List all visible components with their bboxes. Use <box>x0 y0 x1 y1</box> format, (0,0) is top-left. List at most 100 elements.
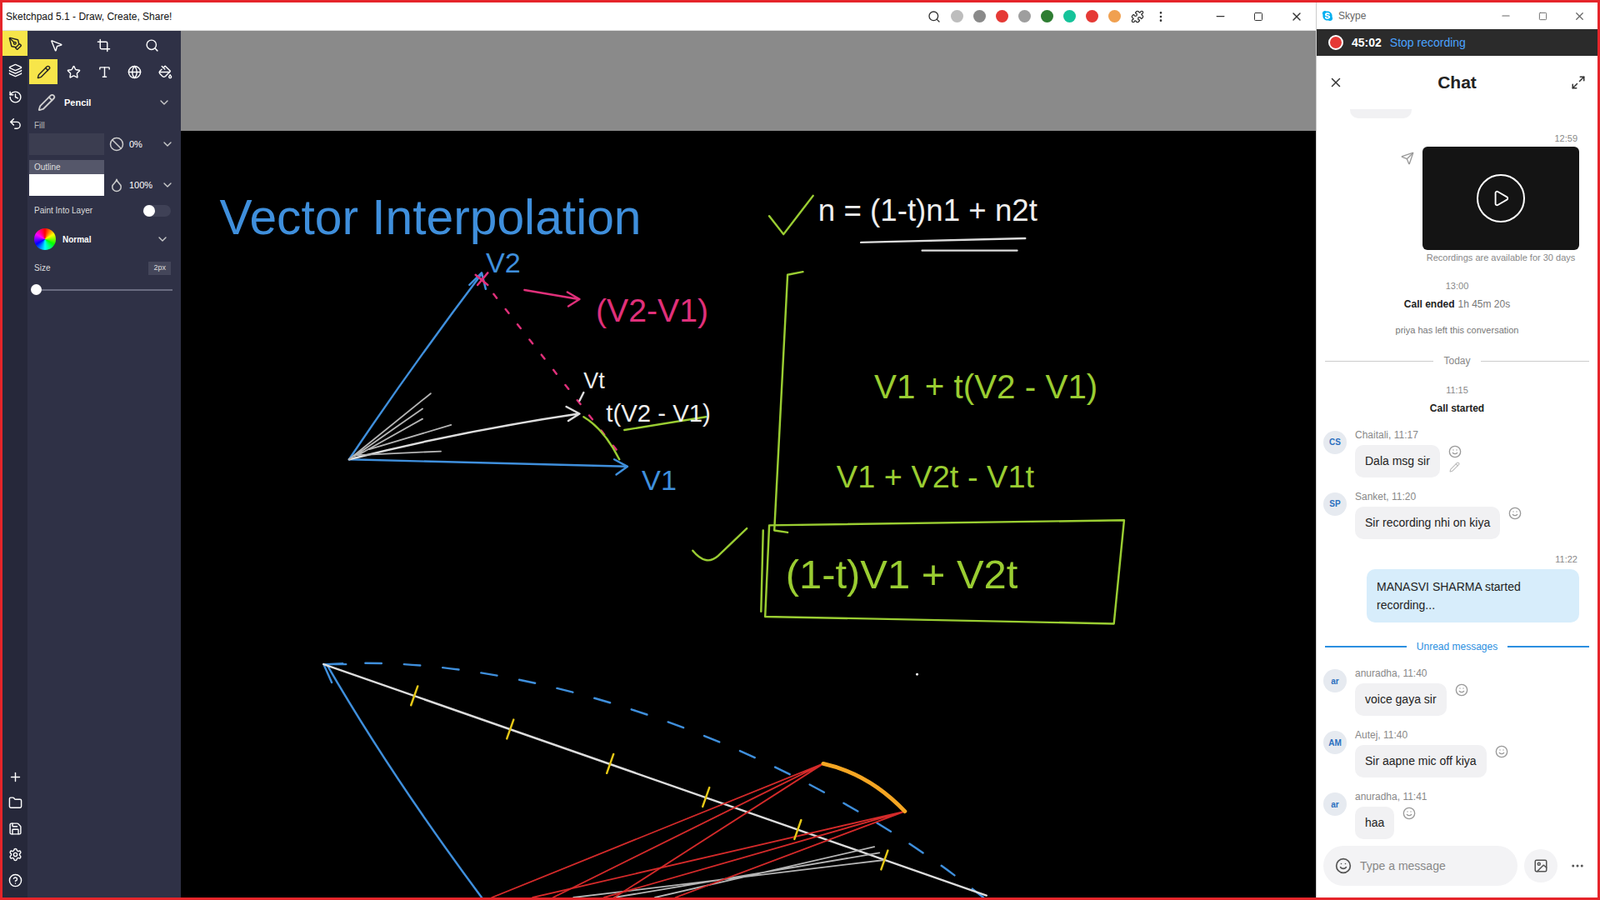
message-input[interactable]: Type a message <box>1323 845 1518 886</box>
emoji-icon[interactable] <box>1335 857 1352 875</box>
send-icon <box>1400 151 1415 165</box>
extension-icon[interactable] <box>1018 10 1031 23</box>
zoom-icon <box>145 38 160 53</box>
message: CSChaitali, 11:17Dala msg sir <box>1316 427 1598 478</box>
zoom-tool[interactable] <box>137 32 166 58</box>
reaction-icon[interactable] <box>1448 445 1462 459</box>
fill-tool[interactable] <box>150 59 180 85</box>
minimize-button[interactable] <box>1487 10 1525 22</box>
avatar[interactable]: CS <box>1323 430 1347 455</box>
title-bar: Sketchpad 5.1 - Draw, Create, Share! <box>2 2 1316 31</box>
maximize-button[interactable] <box>1239 11 1278 22</box>
extension-icon[interactable] <box>1063 10 1076 23</box>
history-tool[interactable] <box>2 84 28 110</box>
reaction-icon[interactable] <box>1508 506 1522 520</box>
add-tool[interactable] <box>2 764 28 790</box>
puzzle-icon[interactable] <box>1130 10 1145 24</box>
avatar[interactable]: ar <box>1323 669 1347 693</box>
extension-icon[interactable] <box>1108 10 1121 23</box>
message-bubble[interactable]: voice gaya sir <box>1355 683 1447 716</box>
extension-icon[interactable] <box>995 10 1009 23</box>
toolbar: PencilFill0%Outline100%Paint Into LayerN… <box>2 30 181 898</box>
outline-label: Outline <box>29 160 105 175</box>
size-slider[interactable] <box>35 285 173 295</box>
reaction-icon[interactable] <box>1402 806 1416 820</box>
avatar[interactable]: AM <box>1323 730 1347 755</box>
chat-header: Chat <box>1316 55 1598 110</box>
search-icon[interactable] <box>927 10 941 24</box>
fill-swatch[interactable] <box>29 133 105 155</box>
tool-row <box>27 59 181 85</box>
color-wheel-icon <box>34 228 56 250</box>
open-tool[interactable] <box>2 790 28 815</box>
chevron-icon <box>155 232 170 246</box>
more-button[interactable] <box>1564 849 1591 883</box>
help-tool[interactable] <box>2 867 28 893</box>
minimize-button[interactable] <box>1200 10 1240 23</box>
save-tool[interactable] <box>2 815 28 841</box>
edit-icon[interactable] <box>1449 461 1460 473</box>
shape-icon <box>66 65 81 80</box>
crop-tool[interactable] <box>90 32 119 58</box>
video-thumbnail[interactable] <box>1422 146 1580 250</box>
divider-label: Today <box>1443 353 1470 369</box>
reaction-icon[interactable] <box>1455 683 1469 697</box>
settings-tool[interactable] <box>2 841 28 867</box>
composer: Type a message <box>1316 839 1598 898</box>
outline-swatch[interactable] <box>29 174 105 196</box>
message: SPSanket, 11:20Sir recording nhi on kiya <box>1316 489 1598 540</box>
message-bubble[interactable]: Dala msg sir <box>1355 445 1440 478</box>
close-chat-icon[interactable] <box>1328 75 1344 90</box>
close-button[interactable] <box>1560 10 1598 23</box>
event-detail: 1h 45m 20s <box>1457 298 1510 310</box>
blend-mode-select[interactable]: Normal <box>27 228 181 250</box>
media-button[interactable] <box>1524 849 1558 883</box>
red-strokes <box>491 763 905 898</box>
avatar[interactable]: SP <box>1323 492 1347 516</box>
layers-icon <box>8 63 23 78</box>
fill-row[interactable]: 0% <box>27 133 181 155</box>
brush-select[interactable]: Pencil <box>27 90 181 115</box>
maximize-button[interactable] <box>1524 11 1561 21</box>
canvas[interactable]: Vector InterpolationV2(V2-V1)Vtt(V2 - V1… <box>180 130 1316 898</box>
extension-icon[interactable] <box>973 10 986 23</box>
message-sender: anuradha, 11:40 <box>1355 665 1469 681</box>
minimize-icon <box>1500 10 1512 22</box>
expand-icon[interactable] <box>1570 75 1586 90</box>
reaction-icon[interactable] <box>1495 745 1509 759</box>
shape-tool[interactable] <box>60 59 89 85</box>
extension-icon[interactable] <box>1085 10 1099 23</box>
minimize-icon <box>1214 10 1227 23</box>
stop-recording-button[interactable]: Stop recording <box>1390 34 1466 52</box>
undo-tool[interactable] <box>2 110 28 136</box>
message-bubble[interactable]: MANASVI SHARMA started recording... <box>1366 569 1580 623</box>
close-button[interactable] <box>1277 10 1316 24</box>
timestamp: 12:59 <box>1316 131 1598 146</box>
sticker-tool[interactable] <box>120 59 150 85</box>
extension-icon[interactable] <box>950 10 964 23</box>
paint-into-layer-toggle[interactable] <box>142 205 171 217</box>
message-bubble[interactable]: Sir aapne mic off kiya <box>1355 745 1487 778</box>
avatar[interactable]: ar <box>1323 792 1347 816</box>
message-bubble[interactable]: Sir recording nhi on kiya <box>1355 506 1500 540</box>
undo-icon <box>8 116 23 131</box>
select-icon <box>49 38 64 53</box>
text-tool[interactable] <box>90 59 119 85</box>
size-row: Size2px <box>27 261 181 275</box>
outline-value: 100% <box>129 178 156 193</box>
divider-label: Unread messages <box>1416 639 1498 655</box>
slider-knob[interactable] <box>30 284 42 295</box>
play-button[interactable] <box>1476 174 1525 223</box>
extension-icon[interactable] <box>1040 10 1054 23</box>
pencil-tool[interactable] <box>29 59 58 85</box>
outline-row[interactable]: 100% <box>27 174 181 196</box>
menu-icon[interactable] <box>1154 10 1168 24</box>
orange-stroke <box>823 763 905 811</box>
toggle-knob <box>143 205 155 217</box>
layers-tool[interactable] <box>2 57 28 83</box>
logo-tool[interactable] <box>2 30 28 56</box>
size-value[interactable]: 2px <box>148 261 171 275</box>
video-message: Recordings are available for 30 days <box>1316 146 1598 265</box>
select-tool[interactable] <box>42 32 71 58</box>
message-bubble[interactable]: haa <box>1355 806 1395 840</box>
